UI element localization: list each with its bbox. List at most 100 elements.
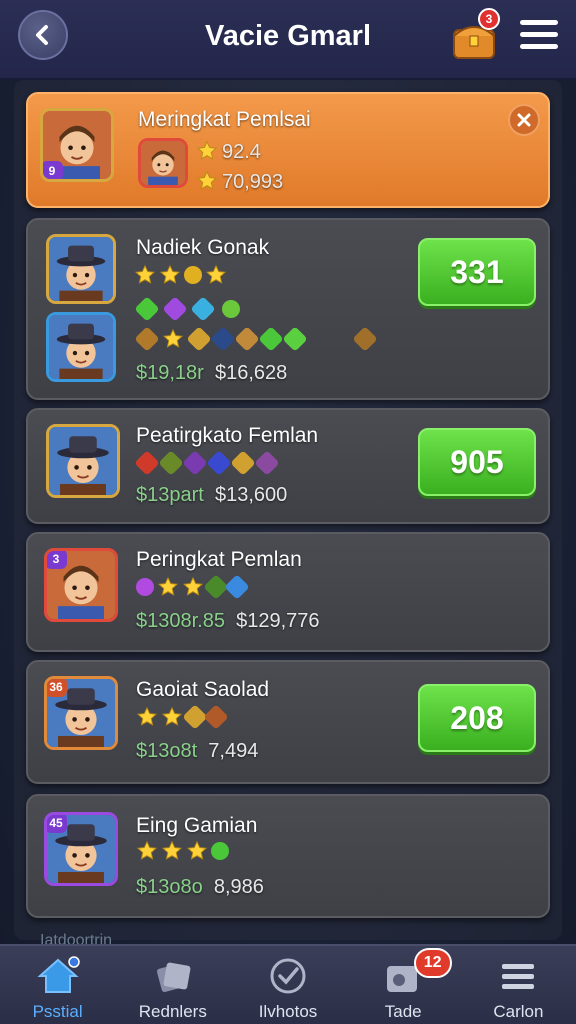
stat-line: $13part $13,600: [136, 484, 288, 506]
gem-icon: [162, 296, 188, 322]
player-card-highlight[interactable]: 9 Meringkat Pemlsai 92.4 70,993: [26, 92, 550, 208]
player-name: Eing Gamian: [136, 814, 258, 837]
chest-item-icon: [352, 326, 378, 352]
item-icon: [203, 704, 229, 730]
gem-icon: [182, 450, 208, 476]
star-icon: [186, 840, 208, 862]
stat-line: $1308r.85 $129,776: [136, 610, 320, 632]
stat-line: $19,18r $16,628: [136, 362, 288, 384]
coin-icon: [184, 266, 202, 284]
orb-icon: [136, 578, 154, 596]
star-icon: [161, 706, 183, 728]
player-name: Gaoiat Saolad: [136, 678, 270, 701]
tab-label: Tade: [384, 1002, 422, 1021]
player-card[interactable]: 45 Eing Gamian $13o8o 8,986: [26, 794, 550, 918]
avatar: [46, 234, 116, 304]
tab-more[interactable]: Carlon: [461, 946, 576, 1024]
item-icon: [186, 326, 212, 352]
page-title: Vacie Gmarl: [204, 20, 372, 52]
tab-label: Carlon: [493, 1002, 544, 1021]
gem-row: [134, 296, 244, 322]
player-card[interactable]: 3 Peringkat Pemlan $1308r.85 $129,776: [26, 532, 550, 652]
gem-icon: [206, 450, 232, 476]
gem-icon: [254, 450, 280, 476]
level-badge: 9: [43, 161, 63, 179]
gem-icon: [224, 574, 250, 600]
bottom-tab-bar: Psstial Rednlers Ilvhotos 12 Tade Carlon: [0, 944, 576, 1024]
home-icon: [36, 956, 80, 993]
score-button[interactable]: 905: [418, 428, 536, 496]
tab-cards[interactable]: Rednlers: [115, 946, 230, 1024]
close-button[interactable]: [508, 104, 540, 136]
hamburger-icon[interactable]: [520, 20, 558, 52]
gem-icon: [207, 838, 233, 864]
score-button[interactable]: 208: [418, 684, 536, 752]
item-icon: [234, 326, 260, 352]
cards-icon: [156, 962, 191, 993]
avatar: 9: [40, 108, 114, 182]
star-icon: [159, 264, 181, 286]
tab-label: Rednlers: [138, 1002, 207, 1021]
tab-home[interactable]: Psstial: [0, 946, 115, 1024]
back-arrow-icon: [36, 25, 48, 45]
avatar: 36: [44, 676, 118, 750]
star-icon: [134, 264, 156, 286]
avatar: [46, 424, 120, 498]
gem-icon: [218, 296, 244, 322]
level-badge: 3: [47, 551, 67, 569]
gem-row: [134, 450, 280, 476]
chest-badge: 3: [478, 8, 500, 30]
back-button[interactable]: [18, 10, 68, 60]
player-card[interactable]: Peatirgkato Femlan $13part $13,600 905: [26, 408, 550, 524]
star-icon: [161, 840, 183, 862]
tab-label: Ilvhotos: [258, 1002, 318, 1021]
stat-line: $13o8t 7,494: [136, 740, 259, 762]
item-row: [134, 326, 378, 352]
check-icon: [270, 958, 306, 994]
stat-primary: 92.4: [222, 141, 261, 163]
star-row: [136, 704, 229, 730]
star-row: [136, 838, 233, 864]
level-badge: 45: [47, 815, 67, 833]
menu-icon: [502, 964, 535, 989]
player-card[interactable]: Nadiek Gonak $19,18r $16,628 331: [26, 218, 550, 400]
chest-button[interactable]: 3: [448, 8, 500, 64]
player-name: Nadiek Gonak: [136, 236, 270, 259]
tab-label: Psstial: [32, 1002, 83, 1021]
item-icon: [210, 326, 236, 352]
top-bar: Vacie Gmarl 3: [0, 0, 576, 80]
close-icon: [517, 113, 531, 127]
player-name: Meringkat Pemlsai: [138, 108, 311, 131]
star-icon: [162, 328, 184, 350]
stat-line: $13o8o 8,986: [136, 876, 264, 898]
gem-icon: [158, 450, 184, 476]
star-icon: [136, 706, 158, 728]
notification-badge: 12: [413, 948, 452, 978]
tab-trade[interactable]: 12 Tade: [346, 946, 461, 1024]
gem-icon: [258, 326, 284, 352]
level-badge: 36: [47, 679, 67, 697]
gem-icon: [134, 450, 160, 476]
player-name: Peringkat Pemlan: [136, 548, 302, 571]
gem-icon: [230, 450, 256, 476]
star-icon: [182, 576, 204, 598]
star-icon: [205, 264, 227, 286]
star-row: [136, 574, 250, 600]
gem-icon: [134, 296, 160, 322]
gem-icon: [282, 326, 308, 352]
gem-icon: [190, 296, 216, 322]
player-name: Peatirgkato Femlan: [136, 424, 319, 447]
item-icon: [134, 326, 160, 352]
score-button[interactable]: 331: [418, 238, 536, 306]
star-icon: [196, 140, 218, 162]
avatar: 45: [44, 812, 118, 886]
star-icon: [136, 840, 158, 862]
star-icon: [196, 170, 218, 192]
tab-check[interactable]: Ilvhotos: [230, 946, 345, 1024]
secondary-avatar: [138, 138, 188, 188]
star-icon: [157, 576, 179, 598]
star-row: [134, 264, 227, 286]
player-card[interactable]: 36 Gaoiat Saolad $13o8t 7,494 208: [26, 660, 550, 784]
stat-secondary: 70,993: [222, 171, 284, 193]
avatar: 3: [44, 548, 118, 622]
